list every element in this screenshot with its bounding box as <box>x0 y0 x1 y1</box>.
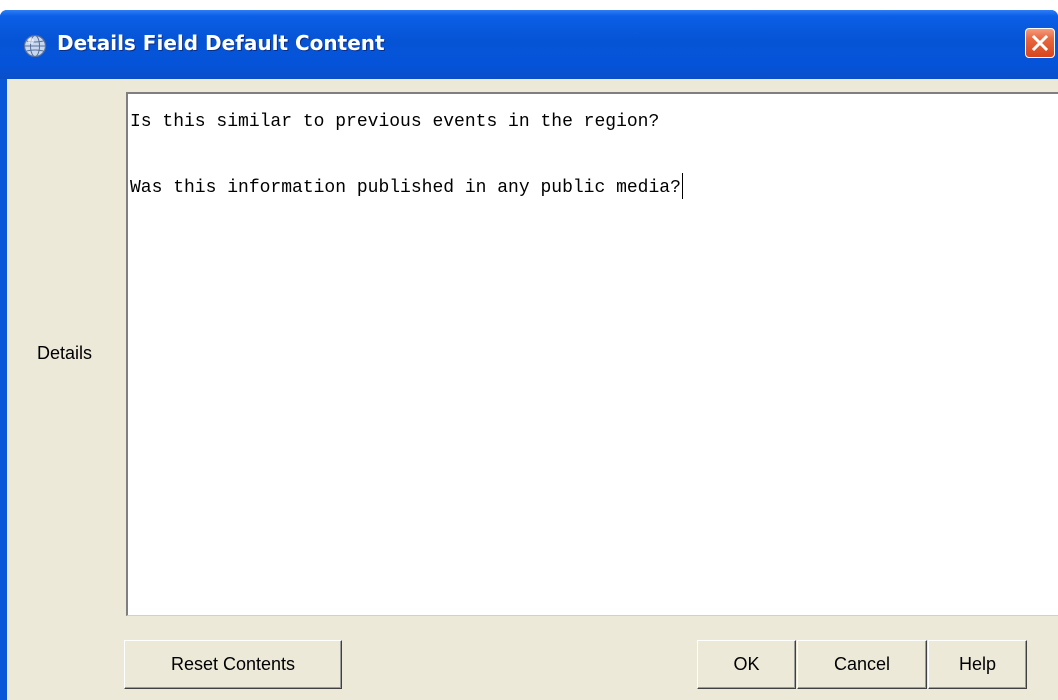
details-line: Is this similar to previous events in th… <box>130 112 660 132</box>
details-line <box>130 139 1058 172</box>
details-text-area[interactable]: Is this similar to previous events in th… <box>126 92 1058 616</box>
text-cursor <box>681 173 683 199</box>
cancel-button[interactable]: Cancel <box>797 640 927 689</box>
ok-button[interactable]: OK <box>697 640 796 689</box>
dialog-content: Details Is this similar to previous even… <box>7 79 1058 700</box>
details-line-text: Was this information published in any pu… <box>130 178 681 198</box>
details-label: Details <box>37 343 93 363</box>
window-title: Details Field Default Content <box>57 31 385 55</box>
dialog-window: Details Field Default Content Details Is… <box>0 10 1058 700</box>
globe-icon <box>23 34 47 58</box>
reset-contents-button[interactable]: Reset Contents <box>124 640 342 689</box>
close-button[interactable] <box>1025 28 1055 58</box>
title-bar[interactable]: Details Field Default Content <box>0 10 1058 79</box>
help-button[interactable]: Help <box>928 640 1027 689</box>
details-line: Was this information published in any pu… <box>130 172 1058 205</box>
